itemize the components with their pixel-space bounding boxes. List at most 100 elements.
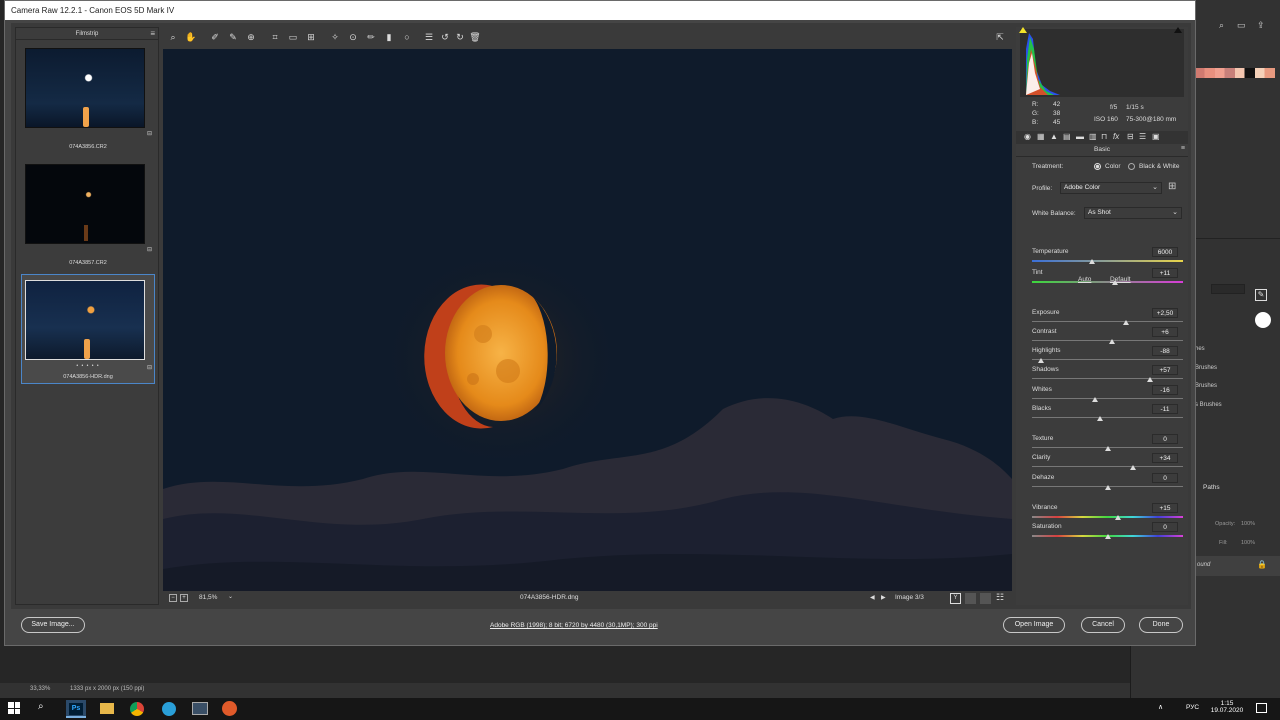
tab-split-toning-icon[interactable]: ▬ — [1076, 132, 1084, 141]
workflow-options-link[interactable]: Adobe RGB (1998); 8 bit; 6720 by 4480 (3… — [490, 622, 658, 629]
slider-track-contrast[interactable] — [1032, 340, 1183, 341]
tab-transform-icon[interactable]: ⊓ — [1101, 132, 1107, 141]
tab-detail-icon[interactable]: ▲ — [1050, 132, 1058, 141]
tab-effects-icon[interactable]: fx — [1113, 132, 1119, 141]
slider-track-vibrance[interactable] — [1032, 516, 1183, 518]
highlight-clipping-icon[interactable] — [1174, 27, 1182, 33]
brush-size-field[interactable] — [1211, 284, 1245, 294]
zoom-level[interactable]: 81,5% — [199, 594, 217, 601]
slider-track-temperature[interactable] — [1032, 260, 1183, 262]
slider-thumb-whites[interactable] — [1092, 397, 1099, 402]
slider-value-vibrance[interactable]: +15 — [1152, 503, 1178, 513]
brush-list[interactable]: hes Brushes Brushes s Brushes — [1195, 340, 1222, 414]
tray-chevron-icon[interactable]: ∧ — [1158, 703, 1163, 711]
image-preview[interactable] — [163, 49, 1012, 591]
filmstrip-thumb-2[interactable] — [25, 164, 145, 244]
slider-value-tint[interactable]: +11 — [1152, 268, 1178, 278]
slider-value-contrast[interactable]: +6 — [1152, 327, 1178, 337]
slider-track-whites[interactable] — [1032, 398, 1183, 399]
slider-track-blacks[interactable] — [1032, 417, 1183, 418]
clock[interactable]: 1:15 19.07.2020 — [1210, 700, 1244, 714]
slider-value-blacks[interactable]: -11 — [1152, 404, 1178, 414]
app-icon[interactable] — [192, 702, 208, 715]
tab-basic-icon[interactable]: ◉ — [1024, 132, 1031, 141]
paths-tab[interactable]: Paths — [1203, 484, 1220, 491]
chevron-down-icon[interactable]: ⌄ — [228, 593, 233, 600]
filmstrip-thumb-3[interactable] — [25, 280, 145, 360]
filmstrip-thumb-1[interactable] — [25, 48, 145, 128]
windows-start-icon[interactable] — [8, 702, 20, 714]
slider-thumb-temperature[interactable] — [1089, 259, 1096, 264]
layer-row[interactable]: ound 🔒 — [1195, 556, 1280, 576]
hand-tool-icon[interactable]: ✋ — [185, 31, 197, 43]
rotate-right-icon[interactable]: ↻ — [454, 31, 466, 43]
filmstrip-menu-icon[interactable]: ≡ — [150, 29, 155, 38]
slider-thumb-vibrance[interactable] — [1115, 515, 1122, 520]
graduated-filter-icon[interactable]: ▮ — [383, 31, 395, 43]
slider-track-highlights[interactable] — [1032, 359, 1183, 360]
slider-value-clarity[interactable]: +34 — [1152, 453, 1178, 463]
done-button[interactable]: Done — [1139, 617, 1183, 633]
fill-value[interactable]: 100% — [1241, 540, 1255, 546]
photoshop-taskbar-icon[interactable]: Ps — [66, 700, 86, 718]
filmstrip-label-1[interactable]: 074A3856.CR2 — [16, 144, 160, 150]
slider-thumb-dehaze[interactable] — [1104, 485, 1111, 490]
filmstrip-label-3[interactable]: 074A3856-HDR.dng — [16, 374, 160, 380]
toggle-settings-icon[interactable]: ☷ — [996, 592, 1004, 603]
default-link[interactable]: Default — [1110, 276, 1131, 283]
spot-removal-icon[interactable]: ✧ — [329, 31, 341, 43]
slider-value-saturation[interactable]: 0 — [1152, 522, 1178, 532]
crop-tool-icon[interactable]: ⌗ — [269, 31, 281, 43]
next-image-icon[interactable]: ▶ — [881, 594, 886, 601]
slider-track-clarity[interactable] — [1032, 466, 1183, 467]
profile-browser-icon[interactable]: ⊞ — [1168, 181, 1176, 192]
open-image-button[interactable]: Open Image — [1003, 617, 1065, 633]
notifications-icon[interactable] — [1256, 703, 1267, 713]
radial-filter-icon[interactable]: ○ — [401, 31, 413, 43]
slider-thumb-clarity[interactable] — [1130, 465, 1137, 470]
slider-thumb-contrast[interactable] — [1109, 339, 1116, 344]
slider-thumb-exposure[interactable] — [1122, 320, 1129, 325]
search-icon[interactable]: ⌕ — [38, 701, 44, 712]
zoom-tool-icon[interactable]: ⌕ — [167, 31, 179, 43]
zoom-out-button[interactable]: − — [169, 594, 177, 602]
slider-track-exposure[interactable] — [1032, 321, 1183, 322]
targeted-adjust-icon[interactable]: ⊕ — [245, 31, 257, 43]
slider-value-shadows[interactable]: +57 — [1152, 365, 1178, 375]
tab-presets-icon[interactable]: ☰ — [1139, 132, 1146, 141]
slider-thumb-saturation[interactable] — [1104, 534, 1111, 539]
slider-thumb-blacks[interactable] — [1096, 416, 1103, 421]
language-indicator[interactable]: РУС — [1186, 704, 1199, 711]
auto-link[interactable]: Auto — [1078, 276, 1091, 283]
telegram-icon[interactable] — [162, 702, 176, 716]
slider-value-whites[interactable]: -16 — [1152, 385, 1178, 395]
panel-menu-icon[interactable]: ≡ — [1181, 145, 1185, 152]
brush-edit-icon[interactable]: ✎ — [1255, 289, 1267, 301]
tab-snapshots-icon[interactable]: ▣ — [1152, 132, 1160, 141]
adjustment-brush-icon[interactable]: ✏ — [365, 31, 377, 43]
slider-value-highlights[interactable]: -88 — [1152, 346, 1178, 356]
slider-track-tint[interactable] — [1032, 281, 1183, 283]
preferences-icon[interactable]: ☰ — [423, 31, 435, 43]
color-sampler-icon[interactable]: ✎ — [227, 31, 239, 43]
explorer-icon[interactable] — [100, 703, 114, 714]
ps-zoom[interactable]: 33,33% — [30, 686, 50, 692]
workspace-icon[interactable]: ▭ — [1237, 20, 1246, 31]
slider-thumb-shadows[interactable] — [1146, 377, 1153, 382]
white-balance-tool-icon[interactable]: ✐ — [209, 31, 221, 43]
before-after-icon[interactable]: Y — [950, 593, 961, 604]
slider-track-shadows[interactable] — [1032, 378, 1183, 379]
slider-value-dehaze[interactable]: 0 — [1152, 473, 1178, 483]
rotate-left-icon[interactable]: ↺ — [439, 31, 451, 43]
slider-value-temperature[interactable]: 6000 — [1152, 247, 1178, 257]
slider-value-exposure[interactable]: +2,50 — [1152, 308, 1178, 318]
opacity-value[interactable]: 100% — [1241, 521, 1255, 527]
profile-select[interactable]: Adobe Color ⌄ — [1060, 182, 1162, 194]
cancel-button[interactable]: Cancel — [1081, 617, 1125, 633]
copy-settings-icon[interactable] — [980, 593, 991, 604]
share-icon[interactable]: ⇪ — [1257, 20, 1265, 31]
shadow-clipping-icon[interactable] — [1019, 27, 1027, 33]
trash-icon[interactable]: 🗑 — [469, 31, 481, 43]
wb-select[interactable]: As Shot ⌄ — [1084, 207, 1182, 219]
prev-image-icon[interactable]: ◀ — [870, 594, 875, 601]
